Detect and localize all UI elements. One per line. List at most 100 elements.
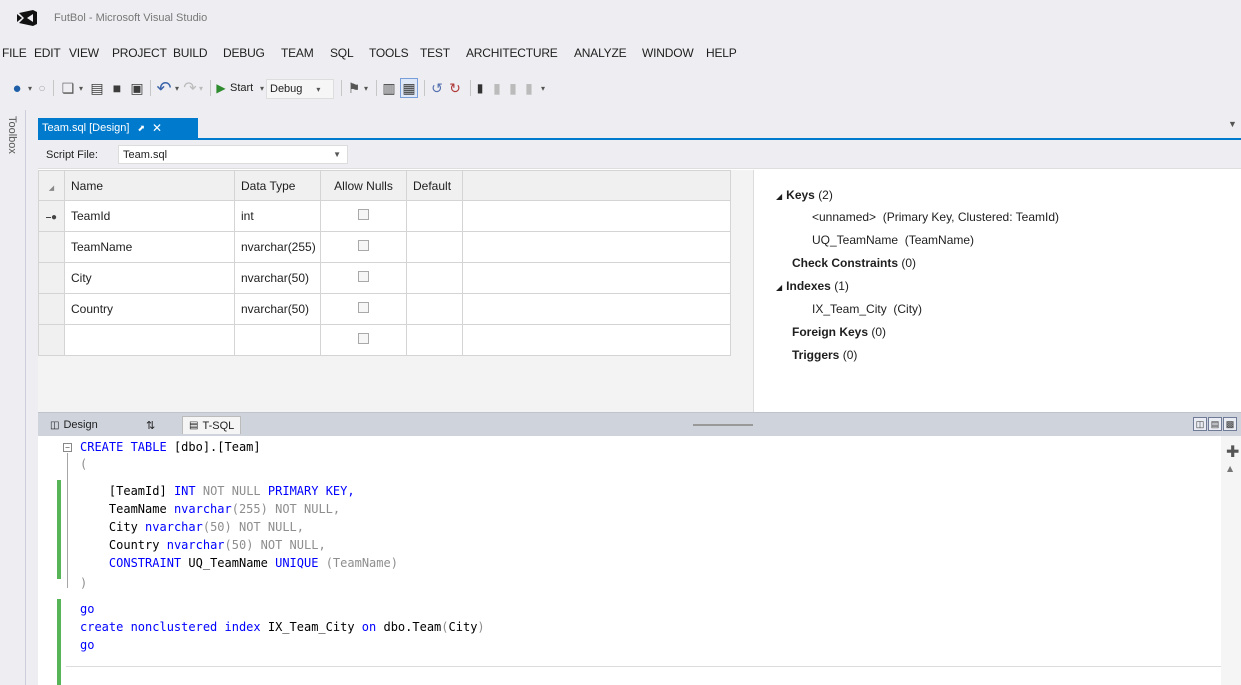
keys-node[interactable]: ◢ Keys (2)	[776, 188, 833, 202]
redo-dropdown-icon[interactable]: ▾	[196, 78, 206, 98]
table-row[interactable]: Country nvarchar(50)	[38, 293, 731, 325]
row-selector[interactable]	[38, 231, 65, 263]
horizontal-split-icon[interactable]: ▤	[1208, 417, 1222, 431]
save-all-icon[interactable]: ▣	[128, 78, 146, 98]
solution-explorer-icon[interactable]: ▥	[380, 78, 398, 98]
table-row[interactable]: City nvarchar(50)	[38, 262, 731, 294]
menu-help[interactable]: HELP	[706, 46, 737, 60]
column-header-data-type[interactable]: Data Type	[234, 170, 321, 201]
cell-name[interactable]: TeamName	[64, 231, 235, 263]
check-constraints-node[interactable]: Check Constraints (0)	[792, 256, 916, 270]
solution-configuration-select[interactable]: Debug ▾	[266, 79, 334, 99]
menu-analyze[interactable]: ANALYZE	[574, 46, 627, 60]
bookmark-icon[interactable]: ▮	[474, 78, 486, 98]
cell-allow-nulls[interactable]	[320, 324, 407, 356]
start-button-label[interactable]: Start	[230, 82, 253, 94]
menu-file[interactable]: FILE	[2, 46, 27, 60]
properties-window-icon[interactable]: ▦	[400, 78, 418, 98]
table-row[interactable]: ⎯● TeamId int	[38, 200, 731, 232]
triggers-node[interactable]: Triggers (0)	[792, 348, 857, 362]
undo-dropdown-icon[interactable]: ▾	[172, 78, 182, 98]
indexes-node[interactable]: ◢ Indexes (1)	[776, 279, 849, 293]
menu-project[interactable]: PROJECT	[112, 46, 167, 60]
cell-data-type[interactable]: nvarchar(50)	[234, 293, 321, 325]
index-item[interactable]: IX_Team_City (City)	[812, 302, 922, 316]
cell-default[interactable]	[406, 262, 463, 294]
undo-icon[interactable]: ↶	[155, 78, 173, 98]
script-file-select[interactable]: Team.sql ▼	[118, 145, 348, 164]
close-icon[interactable]: ✕	[152, 121, 162, 135]
cell-default[interactable]	[406, 231, 463, 263]
save-icon[interactable]: ■	[108, 78, 126, 98]
expanded-triangle-icon[interactable]: ◢	[776, 192, 782, 201]
tsql-pane-tab[interactable]: ▤ T-SQL	[182, 416, 242, 434]
column-header-allow-nulls[interactable]: Allow Nulls	[320, 170, 407, 201]
chevron-down-icon[interactable]: ▼	[1228, 119, 1237, 129]
toolbar-overflow-icon[interactable]: ▾	[538, 78, 548, 98]
menu-architecture[interactable]: ARCHITECTURE	[466, 46, 558, 60]
row-selector[interactable]: ⎯●	[38, 200, 65, 232]
allow-nulls-checkbox[interactable]	[358, 209, 369, 220]
column-header-name[interactable]: Name	[64, 170, 235, 201]
editor-vertical-scrollbar[interactable]	[1221, 436, 1241, 685]
tsql-editor[interactable]: − CREATE TABLE [dbo].[Team] ( [TeamId] I…	[38, 436, 1241, 685]
allow-nulls-checkbox[interactable]	[358, 333, 369, 344]
navigate-forward-icon[interactable]: ○	[35, 78, 49, 98]
menu-debug[interactable]: DEBUG	[223, 46, 265, 60]
collapse-outline-icon[interactable]: −	[63, 443, 72, 452]
vertical-split-icon[interactable]: ◫	[1193, 417, 1207, 431]
cell-data-type[interactable]: int	[234, 200, 321, 232]
column-header-default[interactable]: Default	[406, 170, 463, 201]
revert-icon[interactable]: ↻	[446, 78, 464, 98]
menu-edit[interactable]: EDIT	[34, 46, 61, 60]
split-editor-icon[interactable]: ✚	[1226, 442, 1239, 461]
cell-allow-nulls[interactable]	[320, 293, 407, 325]
collapse-pane-icon[interactable]: ▩	[1223, 417, 1237, 431]
cell-default[interactable]	[406, 324, 463, 356]
toolbox-tab[interactable]: Toolbox	[6, 116, 18, 154]
swap-panes-button[interactable]: ⇅	[140, 416, 161, 434]
row-selector[interactable]	[38, 324, 65, 356]
select-all-corner[interactable]: ◢	[38, 170, 65, 201]
splitter-grip[interactable]	[693, 424, 753, 426]
menu-sql[interactable]: SQL	[330, 46, 354, 60]
navigate-back-icon[interactable]: ●	[8, 78, 26, 98]
allow-nulls-checkbox[interactable]	[358, 240, 369, 251]
back-dropdown-icon[interactable]: ▾	[25, 78, 35, 98]
cell-name[interactable]: TeamId	[64, 200, 235, 232]
cell-allow-nulls[interactable]	[320, 200, 407, 232]
cell-name[interactable]: Country	[64, 293, 235, 325]
cell-allow-nulls[interactable]	[320, 231, 407, 263]
design-pane-tab[interactable]: ◫ Design	[44, 416, 104, 434]
allow-nulls-checkbox[interactable]	[358, 271, 369, 282]
row-selector[interactable]	[38, 262, 65, 294]
open-file-icon[interactable]: ▤	[88, 78, 106, 98]
menu-view[interactable]: VIEW	[69, 46, 99, 60]
table-row-new[interactable]	[38, 324, 731, 356]
update-icon[interactable]: ↺	[428, 78, 446, 98]
previous-bookmark-icon[interactable]: ▮	[490, 78, 504, 98]
start-debugging-icon[interactable]: ▶	[214, 78, 228, 98]
cell-data-type[interactable]: nvarchar(255)	[234, 231, 321, 263]
cell-name[interactable]: City	[64, 262, 235, 294]
key-item-unique[interactable]: UQ_TeamName (TeamName)	[812, 233, 974, 247]
cell-data-type[interactable]	[234, 324, 321, 356]
clear-bookmarks-icon[interactable]: ▮	[522, 78, 536, 98]
new-project-dropdown-icon[interactable]: ▾	[76, 78, 86, 98]
menu-team[interactable]: TEAM	[281, 46, 314, 60]
cell-allow-nulls[interactable]	[320, 262, 407, 294]
table-row[interactable]: TeamName nvarchar(255)	[38, 231, 731, 263]
key-item-primary[interactable]: <unnamed> (Primary Key, Clustered: TeamI…	[812, 210, 1059, 224]
next-bookmark-icon[interactable]: ▮	[506, 78, 520, 98]
cell-default[interactable]	[406, 293, 463, 325]
cell-name[interactable]	[64, 324, 235, 356]
scroll-up-icon[interactable]: ▲	[1227, 464, 1233, 473]
foreign-keys-node[interactable]: Foreign Keys (0)	[792, 325, 886, 339]
cell-data-type[interactable]: nvarchar(50)	[234, 262, 321, 294]
menu-build[interactable]: BUILD	[173, 46, 208, 60]
menu-test[interactable]: TEST	[420, 46, 450, 60]
new-project-icon[interactable]: ❏	[59, 78, 77, 98]
menu-window[interactable]: WINDOW	[642, 46, 694, 60]
row-selector[interactable]	[38, 293, 65, 325]
menu-tools[interactable]: TOOLS	[369, 46, 409, 60]
